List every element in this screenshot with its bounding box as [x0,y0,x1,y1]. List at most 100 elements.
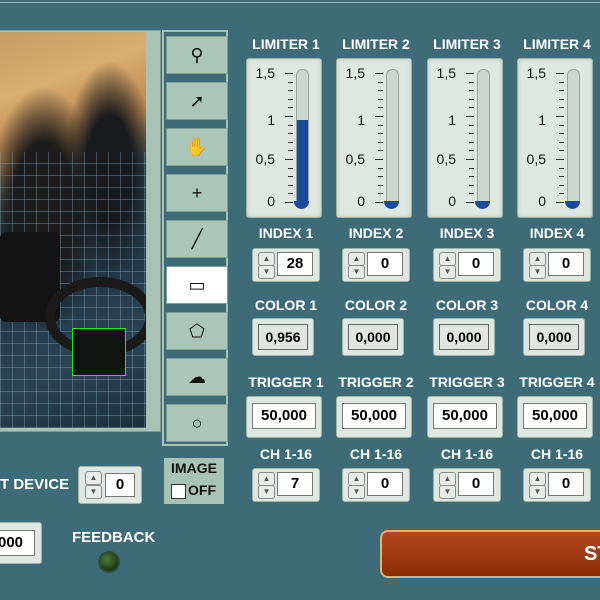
index-up-button[interactable]: ▲ [258,252,275,266]
channel-down-button[interactable]: ▼ [439,485,456,499]
channel-up-button[interactable]: ▲ [258,472,275,486]
gauge-ticks [375,73,383,203]
index-up-button[interactable]: ▲ [439,252,456,266]
channel-title: CH 1-16 [349,446,403,462]
index-title: INDEX 4 [529,225,585,241]
scale-label: 0 [267,193,275,209]
channel-value[interactable]: 0 [367,472,403,496]
channel-up-button[interactable]: ▲ [529,472,546,486]
channel-down-button[interactable]: ▼ [529,485,546,499]
scale-label: 1 [448,112,456,128]
channel-down-button[interactable]: ▼ [258,485,275,499]
channel-value[interactable]: 0 [458,472,494,496]
limiter-gauge: 1,5 1 0,5 0 [427,58,503,218]
index-stepper: ▲ ▼ 0 [433,248,501,282]
polygon-tool-icon[interactable]: ⬠ [166,312,228,350]
index-down-button[interactable]: ▼ [258,265,275,279]
index-down-button[interactable]: ▼ [439,265,456,279]
scale-label: 0,5 [255,151,275,167]
image-toggle-label: IMAGE [171,460,217,476]
channel-column-1: LIMITER 1 1,5 1 0,5 0 INDEX 1 ▲ ▼ 28 COLOR 1 0,956… [246,0,326,510]
index-value[interactable]: 0 [367,252,403,276]
device-down-button[interactable]: ▼ [85,485,102,499]
scale-label: 0,5 [526,151,546,167]
index-up-button[interactable]: ▲ [348,252,365,266]
scale-label: 0 [448,193,456,209]
channel-title: CH 1-16 [259,446,313,462]
trigger-value[interactable]: 50,000 [342,403,406,429]
index-value[interactable]: 28 [277,252,313,276]
ellipse-tool-icon[interactable]: ○ [166,404,228,442]
scale-label: 0 [357,193,365,209]
line-tool-icon[interactable]: ╱ [166,220,228,258]
index-value[interactable]: 0 [458,252,494,276]
image-toggle[interactable]: IMAGE OFF [164,458,224,504]
device-stepper: ▲ ▼ 0 [78,466,142,504]
camera-image[interactable] [0,32,146,428]
gauge-ticks [285,73,293,203]
color-title: COLOR 1 [254,297,318,313]
color-value: 0,000 [348,324,398,350]
tool-palette: ⚲ ➚ ✋ + ╱ ▭ ⬠ ☁ ○ [162,30,228,446]
left-value-box: 000 [0,522,42,564]
device-value[interactable]: 0 [105,473,135,497]
gauge-ticks [466,73,474,203]
start-button[interactable]: ST [380,530,600,578]
freehand-tool-icon[interactable]: ☁ [166,358,228,396]
gauge-track [567,69,580,207]
index-stepper: ▲ ▼ 0 [523,248,591,282]
color-value: 0,000 [439,324,489,350]
limiter-gauge: 1,5 1 0,5 0 [517,58,593,218]
rectangle-tool-icon[interactable]: ▭ [166,266,228,304]
crosshair-icon[interactable]: + [166,174,228,212]
channel-stepper: ▲ ▼ 7 [252,468,320,502]
trigger-control: 50,000 [336,396,412,438]
device-label: T DEVICE [0,476,70,493]
channel-stepper: ▲ ▼ 0 [433,468,501,502]
scale-label: 1,5 [345,65,365,81]
trigger-control: 50,000 [246,396,322,438]
limiter-title: LIMITER 4 [523,36,591,52]
scale-label: 1,5 [526,65,546,81]
trigger-value[interactable]: 50,000 [523,403,587,429]
index-down-button[interactable]: ▼ [529,265,546,279]
color-title: COLOR 2 [344,297,408,313]
index-stepper: ▲ ▼ 28 [252,248,320,282]
channel-up-button[interactable]: ▲ [439,472,456,486]
trigger-value[interactable]: 50,000 [433,403,497,429]
channel-up-button[interactable]: ▲ [348,472,365,486]
color-title: COLOR 3 [435,297,499,313]
zoom-icon[interactable]: ⚲ [166,36,228,74]
limiter-gauge: 1,5 1 0,5 0 [246,58,322,218]
channel-value[interactable]: 7 [277,472,313,496]
color-indicator: 0,956 [252,318,314,356]
roi-rectangle[interactable] [72,328,126,376]
trigger-control: 50,000 [427,396,503,438]
index-up-button[interactable]: ▲ [529,252,546,266]
index-title: INDEX 2 [348,225,404,241]
index-title: INDEX 3 [439,225,495,241]
trigger-value[interactable]: 50,000 [252,403,316,429]
arrow-pointer-icon[interactable]: ➚ [166,82,228,120]
limiter-gauge: 1,5 1 0,5 0 [336,58,412,218]
hand-pan-icon[interactable]: ✋ [166,128,228,166]
channel-down-button[interactable]: ▼ [348,485,365,499]
index-down-button[interactable]: ▼ [348,265,365,279]
limiter-title: LIMITER 2 [342,36,410,52]
channel-column-4: LIMITER 4 1,5 1 0,5 0 INDEX 4 ▲ ▼ 0 COLOR 4 0,000 T… [517,0,597,510]
left-value-field[interactable]: 000 [0,530,35,556]
channel-value[interactable]: 0 [548,472,584,496]
device-up-button[interactable]: ▲ [85,471,102,485]
image-checkbox[interactable] [171,484,186,499]
trigger-title: TRIGGER 4 [519,374,595,390]
color-value: 0,000 [529,324,579,350]
index-stepper: ▲ ▼ 0 [342,248,410,282]
gauge-ticks [556,73,564,203]
channel-title: CH 1-16 [440,446,494,462]
limiter-title: LIMITER 3 [433,36,501,52]
trigger-control: 50,000 [517,396,593,438]
channel-stepper: ▲ ▼ 0 [342,468,410,502]
color-indicator: 0,000 [342,318,404,356]
index-value[interactable]: 0 [548,252,584,276]
trigger-title: TRIGGER 2 [338,374,414,390]
